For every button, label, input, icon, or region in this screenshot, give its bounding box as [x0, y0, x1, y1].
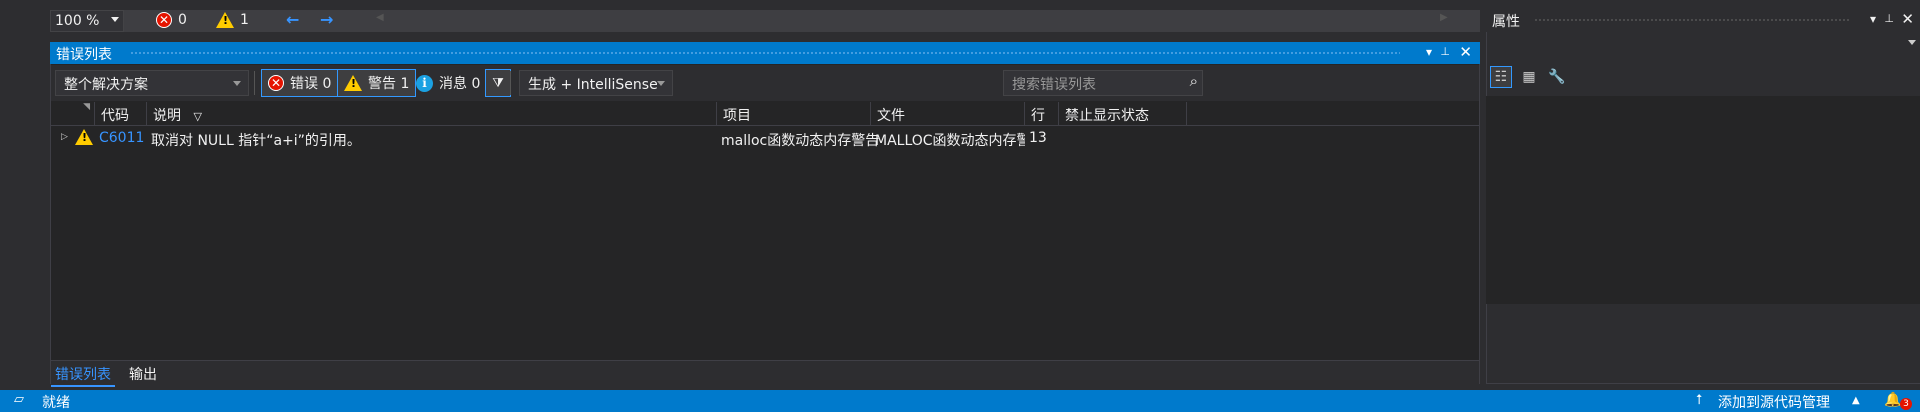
- close-icon[interactable]: ✕: [1459, 43, 1472, 61]
- properties-toolbar: ☷ ▦ 🔧: [1490, 64, 1920, 92]
- properties-object-dropdown[interactable]: [1490, 36, 1920, 58]
- errors-filter-label: 错误 0: [290, 76, 332, 92]
- properties-title: 属性: [1492, 14, 1520, 30]
- warning-icon: [75, 129, 93, 145]
- error-list-title: 错误列表: [56, 47, 112, 63]
- row-project: malloc函数动态内存警告: [721, 133, 880, 149]
- column-chooser-icon[interactable]: ◥: [83, 102, 90, 112]
- close-icon[interactable]: ✕: [1901, 10, 1914, 28]
- warning-icon: [344, 75, 362, 91]
- pin-icon[interactable]: ⊥: [1884, 12, 1894, 25]
- chevron-up-icon[interactable]: ▲: [1852, 395, 1860, 406]
- errors-filter-button[interactable]: ✕ 错误 0: [261, 69, 339, 97]
- properties-grid: [1486, 96, 1920, 304]
- column-header-description[interactable]: 说明 ▽: [147, 102, 717, 126]
- panel-tab-strip: 错误列表 输出: [51, 360, 1479, 387]
- filter-icon: ⧩: [492, 75, 504, 91]
- chevron-down-icon: [111, 17, 119, 22]
- sort-descending-icon: ▽: [193, 110, 202, 123]
- column-header-file[interactable]: 文件: [871, 102, 1025, 126]
- messages-filter-button[interactable]: i 消息 0: [409, 69, 487, 97]
- property-pages-icon[interactable]: ▦: [1518, 66, 1540, 88]
- toolbar-separator: [510, 71, 511, 95]
- editor-error-count[interactable]: ✕ 0: [156, 12, 187, 28]
- column-header-suppression[interactable]: 禁止显示状态: [1059, 102, 1187, 126]
- table-row[interactable]: ▷ C6011 取消对 NULL 指针“a+i”的引用。 malloc函数动态内…: [51, 127, 1479, 153]
- pin-icon[interactable]: ⊥: [1440, 45, 1450, 58]
- messages-filter-label: 消息 0: [439, 76, 481, 92]
- window-position-icon[interactable]: ▾: [1870, 12, 1876, 26]
- warnings-filter-button[interactable]: 警告 1: [337, 69, 417, 97]
- error-count-label: 0: [178, 12, 187, 28]
- search-input[interactable]: 搜索错误列表 ⌕: [1003, 70, 1203, 96]
- source-control-label[interactable]: 添加到源代码管理: [1718, 392, 1830, 412]
- wrench-icon[interactable]: 🔧: [1546, 66, 1568, 88]
- header-icon-column[interactable]: ◥: [51, 102, 95, 126]
- build-filter-dropdown[interactable]: 生成 + IntelliSense: [519, 70, 673, 96]
- notification-badge: 3: [1900, 398, 1912, 410]
- scroll-right-icon[interactable]: ▶: [1440, 12, 1448, 23]
- row-description: 取消对 NULL 指针“a+i”的引用。: [151, 133, 361, 149]
- status-ready: 就绪: [42, 395, 70, 411]
- error-list-toolbar: 整个解决方案 ✕ 错误 0 警告 1 i 消息 0 ⧩ 生成 + Intelli…: [51, 65, 1479, 101]
- properties-titlebar[interactable]: 属性 ▾ ⊥ ✕: [1486, 8, 1920, 32]
- warning-count-label: 1: [240, 12, 249, 28]
- tab-output[interactable]: 输出: [125, 363, 161, 385]
- error-icon: ✕: [156, 12, 172, 28]
- grid-header: ◥ 代码 说明 ▽ 项目 文件 行 禁止显示状态: [51, 102, 1479, 126]
- toolbar-separator: [254, 71, 255, 95]
- column-header-label: 行: [1031, 108, 1045, 124]
- warning-icon: [216, 12, 234, 28]
- tab-error-list[interactable]: 错误列表: [51, 363, 115, 387]
- titlebar-grip: [130, 51, 1400, 56]
- output-window-icon[interactable]: ▱: [14, 392, 24, 407]
- editor-warning-count[interactable]: 1: [216, 12, 249, 28]
- build-filter-value: 生成 + IntelliSense: [528, 77, 658, 93]
- expand-icon[interactable]: ▷: [61, 132, 68, 142]
- categorized-icon[interactable]: ☷: [1490, 66, 1512, 88]
- nav-back-icon[interactable]: ←: [286, 10, 299, 29]
- filter-toggle-button[interactable]: ⧩: [485, 69, 511, 97]
- row-warning-icon-wrap: [75, 129, 93, 149]
- column-header-label: 文件: [877, 108, 905, 124]
- column-header-label: 项目: [723, 108, 751, 124]
- left-edge: [0, 0, 10, 390]
- scope-value: 整个解决方案: [64, 77, 148, 93]
- error-list-titlebar[interactable]: 错误列表 ▾ ⊥ ✕: [50, 42, 1480, 64]
- column-header-label: 代码: [101, 108, 129, 124]
- scroll-left-icon[interactable]: ◀: [376, 12, 384, 23]
- column-header-line[interactable]: 行: [1025, 102, 1059, 126]
- zoom-value: 100 %: [55, 13, 100, 29]
- info-icon: i: [416, 74, 433, 92]
- window-position-icon[interactable]: ▾: [1426, 45, 1432, 59]
- nav-forward-icon[interactable]: →: [320, 10, 333, 29]
- row-line: 13: [1029, 130, 1047, 146]
- warnings-filter-label: 警告 1: [368, 76, 410, 92]
- error-code-link[interactable]: C6011: [99, 130, 144, 146]
- column-header-label: 禁止显示状态: [1065, 108, 1149, 124]
- column-header-label: 说明: [153, 108, 181, 124]
- column-header-code[interactable]: 代码: [95, 102, 147, 126]
- scope-dropdown[interactable]: 整个解决方案: [55, 70, 249, 96]
- row-file: MALLOC函数动态内存警...: [875, 133, 1025, 149]
- chevron-down-icon: [1908, 40, 1916, 45]
- bell-icon[interactable]: 🔔: [1884, 392, 1901, 408]
- chevron-down-icon: [233, 81, 241, 86]
- search-placeholder: 搜索错误列表: [1012, 77, 1096, 93]
- zoom-combo[interactable]: 100 %: [50, 10, 124, 32]
- upload-icon[interactable]: ⭡: [1696, 392, 1703, 408]
- chevron-down-icon: [657, 81, 665, 86]
- search-icon[interactable]: ⌕: [1190, 72, 1198, 90]
- titlebar-grip: [1534, 18, 1850, 23]
- editor-status-strip: [50, 10, 1480, 32]
- error-icon: ✕: [268, 75, 284, 91]
- status-bar: ▱ 就绪 ⭡ 添加到源代码管理 ▲ 🔔 3: [0, 390, 1920, 412]
- column-header-project[interactable]: 项目: [717, 102, 871, 126]
